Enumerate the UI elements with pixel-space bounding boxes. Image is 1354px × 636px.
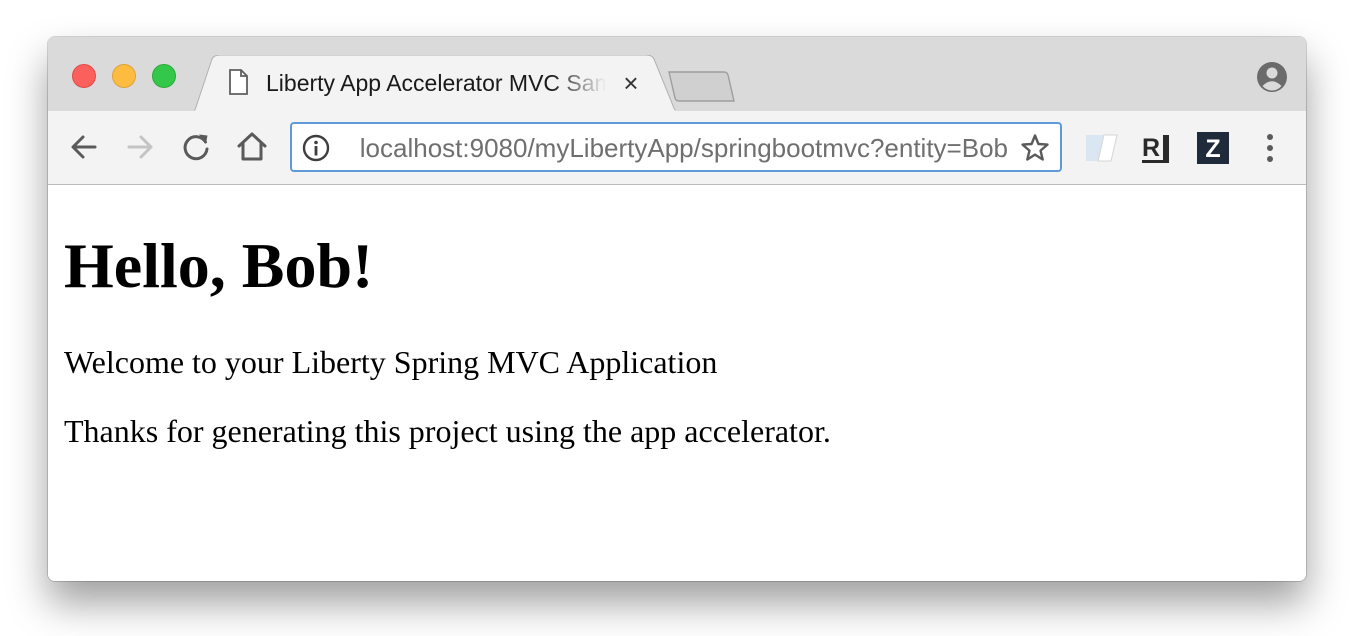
- r-extension-label: R: [1142, 134, 1160, 162]
- url-text: localhost:9080/myLibertyApp/springbootmv…: [359, 133, 1008, 163]
- star-icon[interactable]: [1020, 133, 1050, 163]
- profile-icon[interactable]: [1256, 61, 1288, 93]
- browser-toolbar: localhost:9080/myLibertyApp/springbootmv…: [48, 111, 1306, 185]
- document-icon: [229, 69, 248, 95]
- browser-tab[interactable]: Liberty App Accelerator MVC Sample ×: [194, 55, 676, 113]
- extension-icon[interactable]: [1084, 131, 1118, 165]
- forward-icon[interactable]: [122, 129, 158, 165]
- kebab-menu-icon[interactable]: [1258, 131, 1282, 165]
- r-extension-icon[interactable]: R: [1140, 131, 1174, 165]
- r-extension-badge: R: [1142, 134, 1169, 163]
- close-window-button[interactable]: [72, 64, 96, 88]
- z-extension-label: Z: [1205, 135, 1220, 163]
- maximize-window-button[interactable]: [152, 64, 176, 88]
- minimize-window-button[interactable]: [112, 64, 136, 88]
- z-extension-badge: Z: [1197, 132, 1229, 164]
- tab-close-icon[interactable]: ×: [618, 70, 644, 96]
- back-icon[interactable]: [66, 129, 102, 165]
- info-icon[interactable]: [302, 134, 330, 162]
- address-bar[interactable]: localhost:9080/myLibertyApp/springbootmv…: [290, 122, 1062, 172]
- z-extension-icon[interactable]: Z: [1196, 131, 1230, 165]
- welcome-paragraph: Welcome to your Liberty Spring MVC Appli…: [64, 344, 718, 380]
- page-heading: Hello, Bob!: [64, 230, 374, 301]
- thanks-paragraph: Thanks for generating this project using…: [64, 413, 831, 449]
- browser-window: Liberty App Accelerator MVC Sample ×: [48, 37, 1306, 581]
- tab-title: Liberty App Accelerator MVC Sample: [266, 70, 606, 96]
- page-content: Hello, Bob! Welcome to your Liberty Spri…: [48, 185, 1306, 581]
- reload-icon[interactable]: [178, 129, 214, 165]
- url-field[interactable]: localhost:9080/myLibertyApp/springbootmv…: [336, 133, 1008, 163]
- new-tab-button[interactable]: [666, 70, 740, 104]
- home-icon[interactable]: [234, 129, 270, 165]
- title-bar: Liberty App Accelerator MVC Sample ×: [48, 37, 1306, 113]
